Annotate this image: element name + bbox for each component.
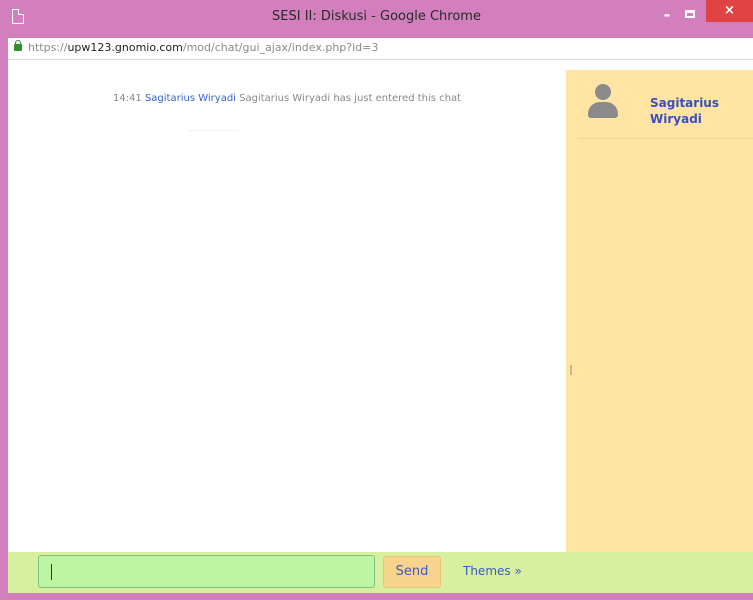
maximize-icon <box>685 10 695 18</box>
url-path: /mod/chat/gui_ajax/index.php?id=3 <box>182 41 379 54</box>
title-bar[interactable]: SESI II: Diskusi - Google Chrome - × <box>0 0 753 38</box>
chat-footer: Send Themes » <box>8 552 753 593</box>
users-panel: Sagitarius Wiryadi <box>566 70 753 552</box>
text-caret <box>51 564 52 580</box>
themes-link[interactable]: Themes » <box>463 564 522 578</box>
lock-icon <box>14 40 22 51</box>
message-time: 14:41 <box>112 93 142 104</box>
user-name-link[interactable]: Sagitarius Wiryadi <box>650 95 750 127</box>
message-text: Sagitarius Wiryadi has just entered this… <box>239 93 462 104</box>
window-title: SESI II: Diskusi - Google Chrome <box>272 9 481 24</box>
user-list-item[interactable]: Sagitarius Wiryadi <box>578 72 753 139</box>
message-user-link[interactable]: Sagitarius Wiryadi <box>145 93 236 104</box>
user-silhouette-icon <box>586 84 620 120</box>
address-bar[interactable]: https://upw123.gnomio.com/mod/chat/gui_a… <box>8 38 753 60</box>
chat-message: 14:41 Sagitarius Wiryadi Sagitarius Wiry… <box>8 93 566 104</box>
chat-content: 14:41 Sagitarius Wiryadi Sagitarius Wiry… <box>8 60 753 552</box>
minimize-button[interactable]: - <box>656 4 678 26</box>
message-divider <box>188 130 238 131</box>
url-text[interactable]: https://upw123.gnomio.com/mod/chat/gui_a… <box>28 41 378 54</box>
maximize-button[interactable] <box>680 4 702 26</box>
close-button[interactable]: × <box>706 0 753 22</box>
chat-messages-area[interactable]: 14:41 Sagitarius Wiryadi Sagitarius Wiry… <box>8 60 566 552</box>
window-bottom-border <box>0 593 753 600</box>
message-input[interactable] <box>38 555 375 588</box>
url-host: upw123.gnomio.com <box>67 41 183 54</box>
send-button[interactable]: Send <box>383 556 441 588</box>
panel-resize-handle[interactable] <box>570 365 572 375</box>
url-scheme: https:// <box>28 41 68 54</box>
browser-window: SESI II: Diskusi - Google Chrome - × htt… <box>0 0 753 600</box>
